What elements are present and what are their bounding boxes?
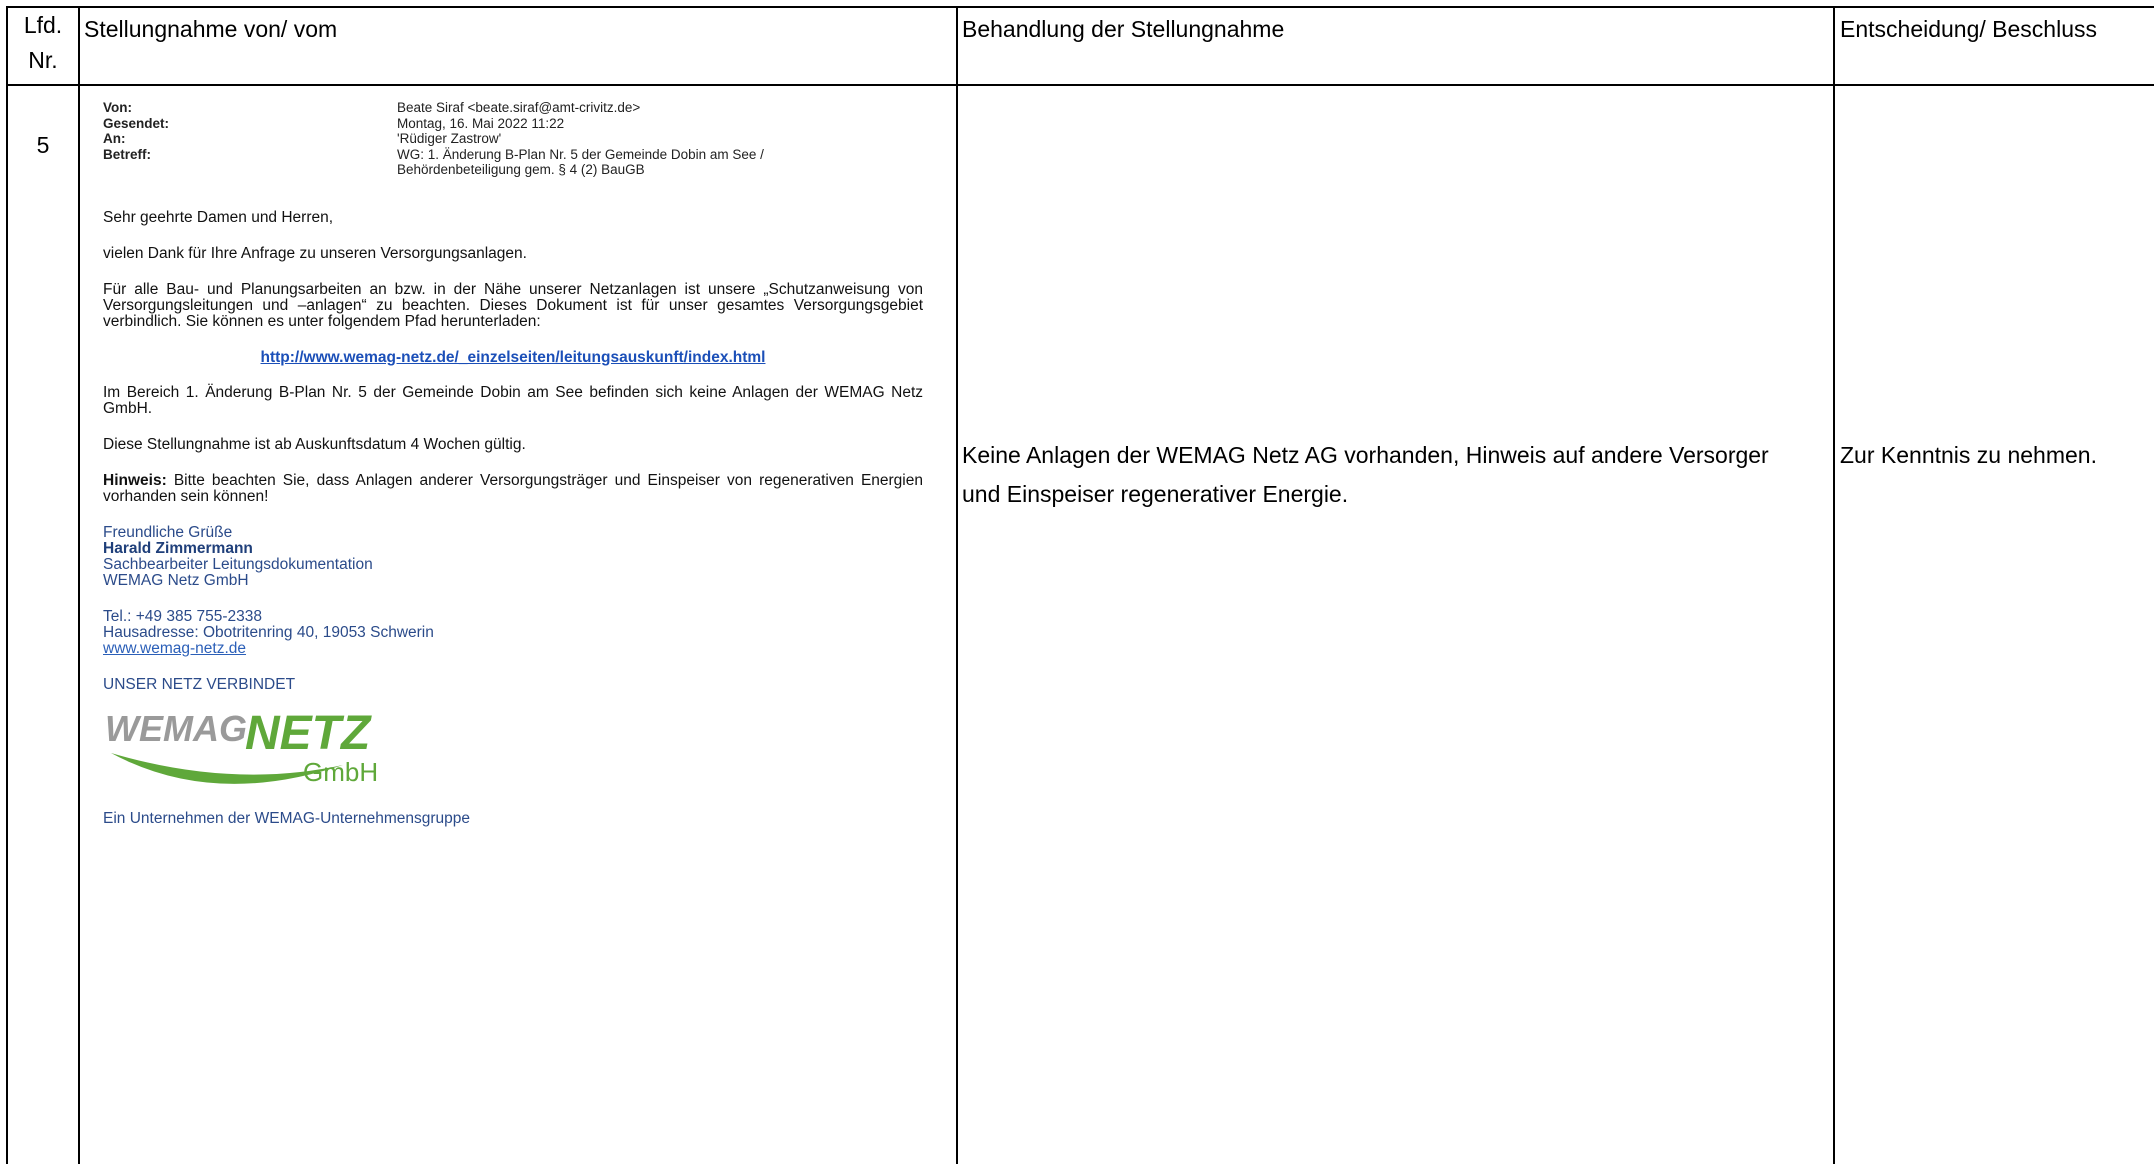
- header-entscheidung: Entscheidung/ Beschluss: [1840, 16, 2097, 42]
- header-nr: Nr.: [28, 47, 58, 73]
- signature-slogan: UNSER NETZ VERBINDET: [103, 675, 296, 693]
- behandlung-text: Keine Anlagen der WEMAG Netz AG vorhande…: [962, 436, 1822, 514]
- email-download-link-wrap: http://www.wemag-netz.de/_einzelseiten/l…: [103, 349, 923, 366]
- email-greeting: Sehr geehrte Damen und Herren,: [103, 208, 334, 226]
- email-subject-value: WG: 1. Änderung B-Plan Nr. 5 der Gemeind…: [397, 146, 764, 162]
- logo-word-netz: NETZ: [245, 707, 372, 760]
- signature-company: WEMAG Netz GmbH: [103, 571, 249, 589]
- email-thanks: vielen Dank für Ihre Anfrage zu unseren …: [103, 244, 527, 262]
- email-sent-key: Gesendet:: [103, 115, 170, 131]
- header-stellungnahme: Stellungnahme von/ vom: [84, 16, 338, 42]
- email-hint: Hinweis: Bitte beachten Sie, dass Anlage…: [103, 471, 923, 505]
- email-subject-key: Betreff:: [103, 146, 152, 162]
- behandlung-line-1: Keine Anlagen der WEMAG Netz AG vorhande…: [962, 442, 1769, 468]
- email-to-key: An:: [103, 131, 126, 146]
- entscheidung-text: Zur Kenntnis zu nehmen.: [1840, 442, 2097, 468]
- email-subject-key-cont: [103, 162, 397, 178]
- signature-web-link[interactable]: www.wemag-netz.de: [103, 640, 246, 657]
- email-footer-group: Ein Unternehmen der WEMAG-Unternehmensgr…: [103, 809, 471, 827]
- embedded-email: Von: Beate Siraf <beate.siraf@amt-crivit…: [103, 100, 923, 827]
- logo-word-wemag: WEMAG: [105, 708, 247, 749]
- signature-phone: Tel.: +49 385 755-2338: [103, 607, 263, 625]
- email-to-value: 'Rüdiger Zastrow': [397, 131, 502, 146]
- wemag-netz-logo: WEMAG NETZ GmbH: [105, 707, 378, 787]
- document-page: Lfd. Nr. Stellungnahme von/ vom Behandlu…: [0, 0, 2154, 1164]
- email-header: Von: Beate Siraf <beate.siraf@amt-crivit…: [103, 100, 923, 178]
- signature-closing: Freundliche Grüße: [103, 523, 233, 541]
- signature-address: Hausadresse: Obotritenring 40, 19053 Sch…: [103, 623, 434, 641]
- column-border-von: [956, 6, 958, 1164]
- header-lfd-nr: Lfd. Nr.: [8, 8, 78, 78]
- email-para-schutzanweisung: Für alle Bau- und Planungsarbeiten an bz…: [103, 280, 923, 330]
- email-hint-label: Hinweis:: [103, 471, 167, 489]
- signature-web-wrap: www.wemag-netz.de: [103, 640, 923, 657]
- email-from-key: Von:: [103, 100, 132, 115]
- header-behandlung: Behandlung der Stellungnahme: [962, 16, 1285, 42]
- email-from-value: Beate Siraf <beate.siraf@amt-crivitz.de>: [397, 100, 641, 115]
- signature-name: Harald Zimmermann: [103, 539, 253, 557]
- row-number: 5: [36, 132, 50, 158]
- email-para-validity: Diese Stellungnahme ist ab Auskunftsdatu…: [103, 435, 526, 453]
- email-sent-value: Montag, 16. Mai 2022 11:22: [397, 115, 565, 131]
- table-top-border: [6, 6, 2154, 8]
- column-border-nr: [78, 6, 80, 1164]
- column-border-behandlung: [1833, 6, 1835, 1164]
- email-signature: Freundliche Grüße Harald Zimmermann Sach…: [103, 523, 923, 693]
- column-border-left: [6, 6, 8, 1164]
- header-bottom-border: [6, 84, 2154, 86]
- email-download-link[interactable]: http://www.wemag-netz.de/_einzelseiten/l…: [261, 349, 766, 366]
- logo-word-gmbh: GmbH: [303, 757, 378, 787]
- signature-role: Sachbearbeiter Leitungsdokumentation: [103, 555, 373, 573]
- header-lfd: Lfd.: [23, 12, 63, 38]
- email-subject-value-cont: Behördenbeteiligung gem. § 4 (2) BauGB: [397, 162, 645, 177]
- email-hint-text: Bitte beachten Sie, dass Anlagen anderer…: [103, 471, 923, 505]
- behandlung-line-2: und Einspeiser regenerativer Energie.: [962, 481, 1349, 507]
- email-para-no-facilities: Im Bereich 1. Änderung B-Plan Nr. 5 der …: [103, 383, 923, 417]
